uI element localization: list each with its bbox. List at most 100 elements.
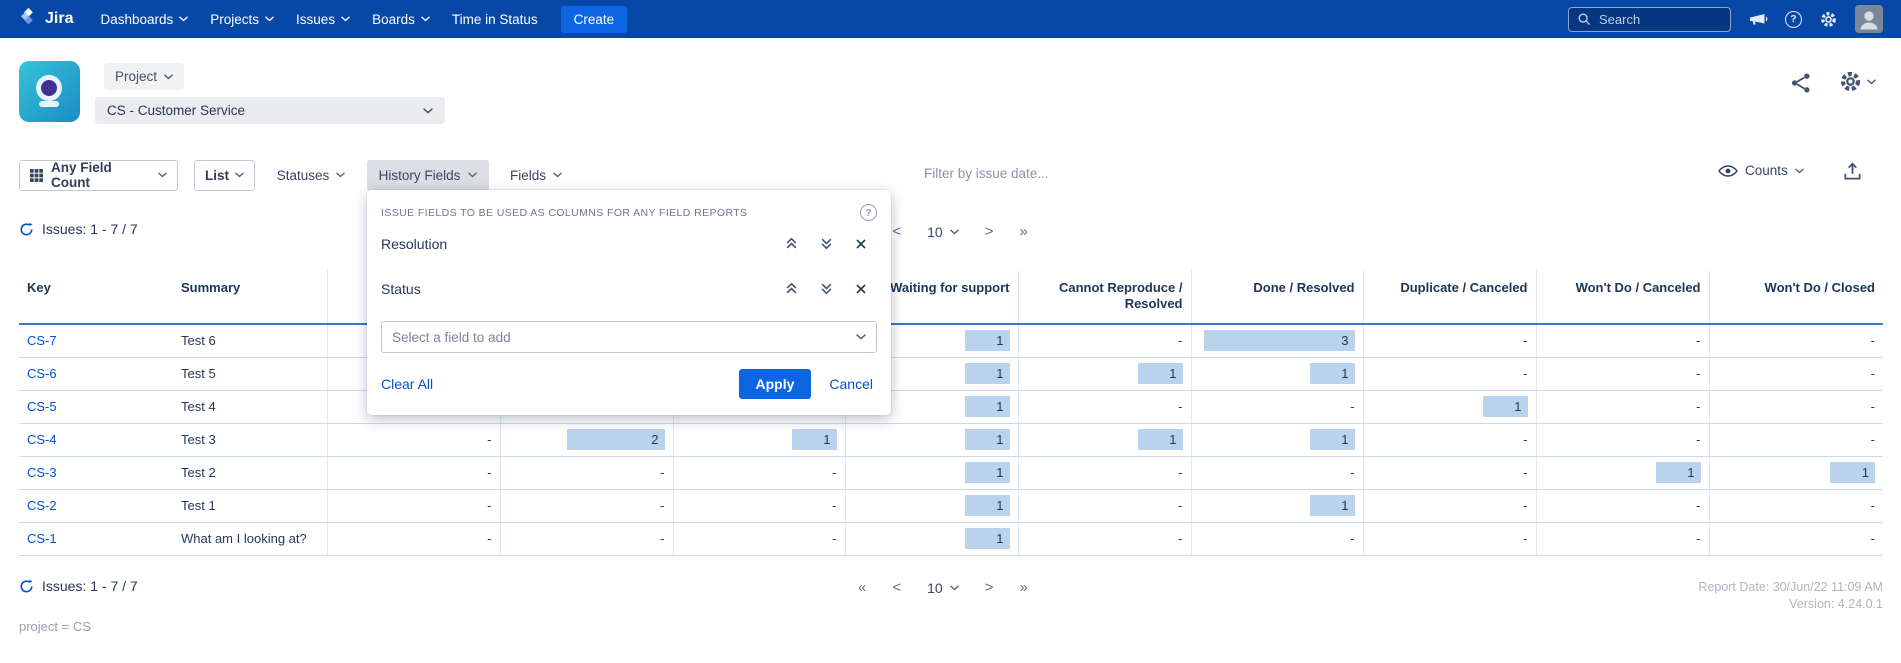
value-cell: - [673, 489, 845, 522]
jira-logo[interactable]: Jira [18, 6, 73, 32]
brand-text: Jira [45, 10, 73, 28]
help-icon[interactable]: ? [1785, 11, 1802, 28]
page-size-select[interactable]: 10 [927, 224, 959, 240]
column-header: Cannot Reproduce / Resolved [1018, 270, 1191, 324]
add-field-select[interactable]: Select a field to add [381, 321, 877, 353]
counts-dropdown[interactable]: Counts [1718, 163, 1804, 178]
first-page-button[interactable]: « [858, 579, 866, 596]
fields-dropdown[interactable]: Fields [505, 160, 567, 191]
clear-all-link[interactable]: Clear All [381, 376, 433, 392]
issue-key-link[interactable]: CS-4 [27, 432, 57, 447]
refresh-icon[interactable] [19, 222, 34, 237]
value-cell: 3 [1191, 324, 1363, 357]
issue-date-filter-input[interactable] [922, 165, 1146, 182]
nav-item-projects[interactable]: Projects [199, 0, 285, 38]
nav-item-time-in-status[interactable]: Time in Status [441, 0, 549, 38]
value-bar: 1 [965, 429, 1010, 450]
nav-item-boards[interactable]: Boards [361, 0, 441, 38]
nav-item-label: Dashboards [100, 12, 173, 27]
value-bar: 1 [1138, 363, 1183, 384]
table-row: CS-3Test 2---1---11 [19, 456, 1883, 489]
search-icon [1577, 12, 1591, 26]
nav-item-label: Projects [210, 12, 259, 27]
issue-key-link[interactable]: CS-6 [27, 366, 57, 381]
cancel-link[interactable]: Cancel [829, 376, 873, 392]
scope-label: Project [115, 69, 157, 84]
next-page-button[interactable]: > [985, 579, 994, 596]
megaphone-icon[interactable] [1748, 10, 1768, 28]
share-icon[interactable] [1790, 72, 1812, 99]
chevron-down-icon [950, 585, 959, 591]
remove-field-icon[interactable] [855, 238, 867, 250]
value-cell: - [1363, 456, 1536, 489]
value-bar: 1 [792, 429, 837, 450]
create-button[interactable]: Create [561, 6, 628, 33]
value-cell: - [327, 423, 500, 456]
view-type-label: List [205, 168, 229, 183]
column-header: Key [19, 270, 173, 324]
next-page-button[interactable]: > [985, 223, 994, 240]
value-cell: - [1363, 423, 1536, 456]
chevron-down-icon [336, 172, 345, 178]
column-header: Won't Do / Canceled [1536, 270, 1709, 324]
view-type-button[interactable]: List [194, 160, 255, 191]
key-cell: CS-4 [19, 423, 173, 456]
value-cell: - [1363, 489, 1536, 522]
search-input[interactable] [1597, 11, 1722, 28]
issue-key-link[interactable]: CS-1 [27, 531, 57, 546]
prev-page-button[interactable]: < [892, 579, 901, 596]
user-avatar[interactable] [1855, 5, 1883, 33]
move-up-icon[interactable] [785, 282, 798, 295]
value-cell: - [327, 522, 500, 555]
help-icon[interactable]: ? [860, 204, 877, 221]
chevron-down-icon [856, 334, 866, 340]
version: Version: 4.24.0.1 [1698, 596, 1883, 613]
issue-key-link[interactable]: CS-3 [27, 465, 57, 480]
last-page-button[interactable]: » [1019, 579, 1027, 596]
issues-summary-top: Issues: 1 - 7 / 7 [19, 221, 138, 237]
value-bar: 1 [965, 495, 1010, 516]
scope-selector[interactable]: Project [104, 63, 184, 90]
statuses-dropdown[interactable]: Statuses [271, 160, 351, 191]
gear-icon [1838, 69, 1863, 94]
value-cell: - [1709, 522, 1883, 555]
history-fields-dropdown[interactable]: History Fields [367, 160, 489, 191]
issue-key-link[interactable]: CS-5 [27, 399, 57, 414]
popup-title: ISSUE FIELDS TO BE USED AS COLUMNS FOR A… [381, 207, 747, 219]
project-selector[interactable]: CS - Customer Service [95, 97, 445, 124]
key-cell: CS-1 [19, 522, 173, 555]
move-up-icon[interactable] [785, 237, 798, 250]
column-header: Summary [173, 270, 327, 324]
issue-key-link[interactable]: CS-7 [27, 333, 57, 348]
nav-item-dashboards[interactable]: Dashboards [89, 0, 199, 38]
move-down-icon[interactable] [820, 237, 833, 250]
issue-key-link[interactable]: CS-2 [27, 498, 57, 513]
refresh-icon[interactable] [19, 579, 34, 594]
chevron-down-icon [235, 172, 244, 178]
gear-icon[interactable] [1819, 10, 1838, 29]
value-cell: - [1018, 522, 1191, 555]
value-cell: - [1363, 324, 1536, 357]
export-icon[interactable] [1843, 162, 1862, 186]
value-cell: - [1536, 489, 1709, 522]
value-cell: - [1018, 456, 1191, 489]
prev-page-button[interactable]: < [892, 223, 901, 240]
table-row: CS-7Test 6---1-3--- [19, 324, 1883, 357]
chevron-down-icon [265, 16, 274, 22]
summary-cell: Test 1 [173, 489, 327, 522]
value-cell: - [1191, 522, 1363, 555]
nav-item-label: Time in Status [452, 12, 538, 27]
chevron-down-icon [421, 16, 430, 22]
remove-field-icon[interactable] [855, 283, 867, 295]
key-cell: CS-3 [19, 456, 173, 489]
nav-item-issues[interactable]: Issues [285, 0, 361, 38]
page-settings-button[interactable] [1838, 69, 1876, 94]
report-type-label: Any Field Count [51, 160, 150, 190]
move-down-icon[interactable] [820, 282, 833, 295]
nav-search[interactable] [1568, 7, 1731, 32]
value-cell: - [1536, 423, 1709, 456]
page-size-select[interactable]: 10 [927, 580, 959, 596]
apply-button[interactable]: Apply [739, 369, 812, 399]
last-page-button[interactable]: » [1019, 223, 1027, 240]
report-type-button[interactable]: Any Field Count [19, 160, 178, 191]
